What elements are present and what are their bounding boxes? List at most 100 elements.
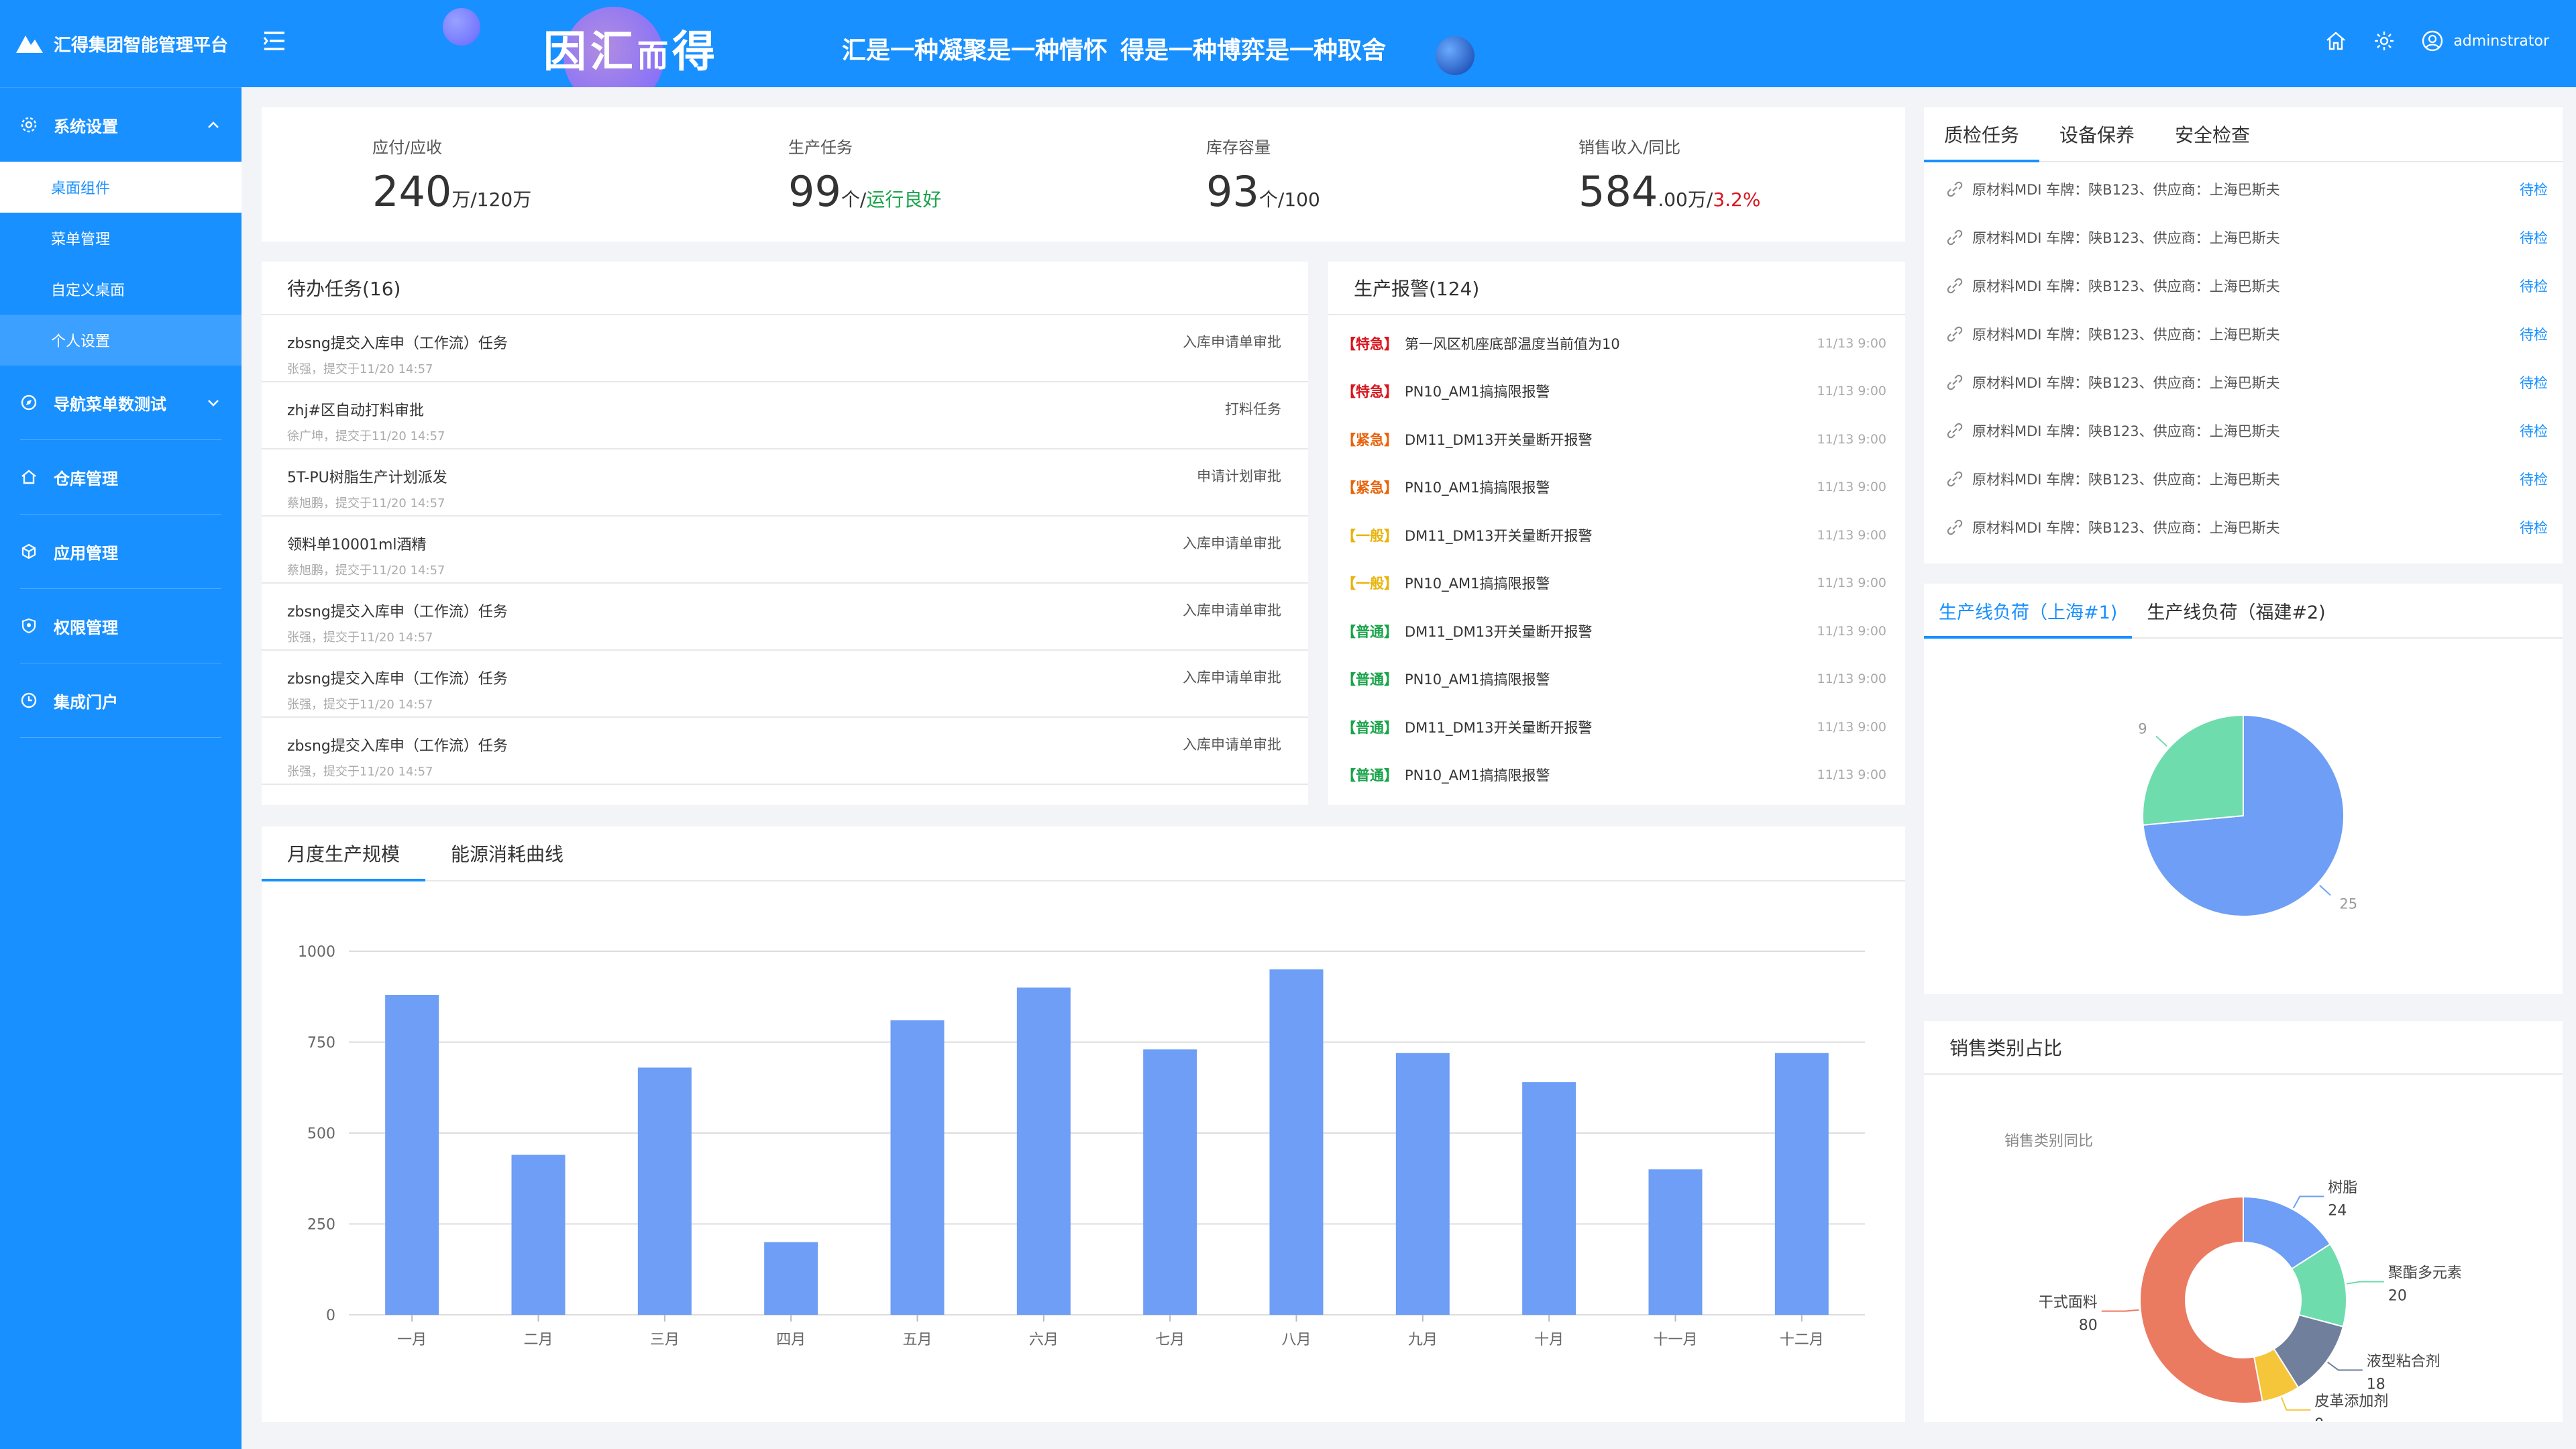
alarm-time: 11/13 9:00 [1817, 672, 1886, 687]
qc-item-text: 原材料MDI 车牌：陕B123、供应商：上海巴斯夫 [1972, 230, 2280, 246]
donut-label: 干式面料 [2039, 1294, 2098, 1311]
bar[interactable] [1395, 1053, 1450, 1315]
kpi-unit: 万/120万 [451, 189, 532, 211]
sidebar-item-custom-desktop[interactable]: 自定义桌面 [0, 264, 241, 315]
kpi-sales: 销售收入/同比 584.00万/3.2% [1578, 134, 1760, 216]
menu-portal[interactable]: 集成门户 [0, 663, 241, 737]
x-tick-label: 十二月 [1780, 1332, 1824, 1348]
sidebar-item-personal-settings[interactable]: 个人设置 [0, 315, 241, 366]
alarm-item[interactable]: 【普通】 DM11_DM13开关量断开报警 11/13 9:00 [1328, 703, 1905, 751]
bar[interactable] [890, 1020, 945, 1315]
tab-energy-curve[interactable]: 能源消耗曲线 [425, 826, 589, 880]
qc-item[interactable]: 原材料MDI 车牌：陕B123、供应商：上海巴斯夫 待检 [1924, 310, 2563, 358]
donut-leader-line [2281, 1397, 2311, 1411]
slogan-1: 汇是一种凝聚是一种情怀 [842, 36, 1108, 64]
alarm-item[interactable]: 【紧急】 DM11_DM13开关量断开报警 11/13 9:00 [1328, 415, 1905, 464]
tab-maintenance[interactable]: 设备保养 [2039, 107, 2155, 161]
qc-item[interactable]: 原材料MDI 车牌：陕B123、供应商：上海巴斯夫 待检 [1924, 262, 2563, 310]
sidebar-item-desktop-components[interactable]: 桌面组件 [0, 162, 241, 213]
user-menu[interactable]: adminstrator [2421, 30, 2549, 52]
brand[interactable]: 汇得集团智能管理平台 [0, 0, 241, 87]
tab-load-fujian[interactable]: 生产线负荷（福建#2) [2132, 584, 2340, 637]
bar[interactable] [1143, 1049, 1197, 1315]
alarm-item[interactable]: 【一般】 PN10_AM1搞搞限报警 11/13 9:00 [1328, 559, 1905, 608]
todo-item[interactable]: 5T-PU树脂生产计划派发 蔡旭鹏，提交于11/20 14:57 申请计划审批 [262, 449, 1308, 517]
bar[interactable] [1648, 1169, 1703, 1315]
bar[interactable] [1269, 969, 1324, 1315]
alarm-item[interactable]: 【普通】 PN10_AM1搞搞限报警 11/13 9:00 [1328, 751, 1905, 800]
kpi-value: 584 [1578, 167, 1658, 216]
donut-value: 9 [2314, 1416, 2324, 1421]
todo-item[interactable]: 领料单10001ml酒精 蔡旭鹏，提交于11/20 14:57 入库申请单审批 [262, 517, 1308, 584]
qc-item[interactable]: 原材料MDI 车牌：陕B123、供应商：上海巴斯夫 待检 [1924, 407, 2563, 455]
load-pie-chart: 25 9 [2138, 714, 2357, 917]
qc-item-status[interactable]: 待检 [2520, 179, 2548, 199]
pie-slice[interactable] [2142, 714, 2244, 826]
menu-system-settings[interactable]: 系统设置 [0, 88, 241, 162]
decorative-orb [1436, 36, 1474, 75]
alarm-item[interactable]: 【特急】 第一风区机座底部温度当前值为10 11/13 9:00 [1328, 319, 1905, 368]
todo-item[interactable]: zbsng提交入库申（工作流）任务 张强，提交于11/20 14:57 入库申请单审… [262, 584, 1308, 651]
alarm-time: 11/13 9:00 [1817, 384, 1886, 399]
menu-label: 应用管理 [54, 543, 118, 563]
alarm-item[interactable]: 【普通】 PN10_AM1搞搞限报警 11/13 9:00 [1328, 655, 1905, 704]
bar[interactable] [385, 995, 439, 1315]
menu-app-management[interactable]: 应用管理 [0, 515, 241, 588]
y-tick-label: 750 [307, 1035, 335, 1052]
qc-item[interactable]: 原材料MDI 车牌：陕B123、供应商：上海巴斯夫 待检 [1924, 213, 2563, 262]
bar[interactable] [764, 1242, 818, 1315]
alarm-item[interactable]: 【特急】 PN10_AM1搞搞限报警 11/13 9:00 [1328, 368, 1905, 416]
qc-item[interactable]: 原材料MDI 车牌：陕B123、供应商：上海巴斯夫 待检 [1924, 358, 2563, 407]
qc-item-status[interactable]: 待检 [2520, 276, 2548, 296]
bar[interactable] [637, 1067, 692, 1315]
menu-permission[interactable]: 权限管理 [0, 589, 241, 663]
tab-monthly-production[interactable]: 月度生产规模 [262, 826, 426, 881]
qc-item-text: 原材料MDI 车牌：陕B123、供应商：上海巴斯夫 [1972, 375, 2280, 391]
menu-label: 权限管理 [54, 618, 118, 637]
qc-item-status[interactable]: 待检 [2520, 421, 2548, 441]
qc-item-status[interactable]: 待检 [2520, 372, 2548, 392]
tab-safety[interactable]: 安全检查 [2155, 107, 2270, 161]
menu-nav-test[interactable]: 导航菜单数测试 [0, 366, 241, 439]
alarm-item[interactable]: 【紧急】 PN10_AM1搞搞限报警 11/13 9:00 [1328, 464, 1905, 512]
home-icon[interactable] [2324, 30, 2347, 52]
alarm-message: DM11_DM13开关量断开报警 [1405, 431, 1593, 448]
todo-item[interactable]: zbsng提交入库申（工作流）任务 张强，提交于11/20 14:57 入库申请单审… [262, 315, 1308, 382]
x-tick-label: 六月 [1029, 1332, 1059, 1348]
qc-item[interactable]: 原材料MDI 车牌：陕B123、供应商：上海巴斯夫 待检 [1924, 503, 2563, 551]
qc-item-status[interactable]: 待检 [2520, 324, 2548, 344]
kpi-value: 240 [372, 167, 452, 216]
qc-item-status[interactable]: 待检 [2520, 517, 2548, 537]
tab-qc-tasks[interactable]: 质检任务 [1924, 107, 2040, 162]
alarm-message: PN10_AM1搞搞限报警 [1405, 672, 1550, 688]
sidebar-item-menu-management[interactable]: 菜单管理 [0, 213, 241, 264]
tab-load-shanghai[interactable]: 生产线负荷（上海#1) [1924, 584, 2133, 639]
qc-item-status[interactable]: 待检 [2520, 227, 2548, 248]
qc-item[interactable]: 原材料MDI 车牌：陕B123、供应商：上海巴斯夫 待检 [1924, 165, 2563, 213]
todo-item-title: zbsng提交入库申（工作流）任务 [287, 671, 508, 688]
qc-item[interactable]: 原材料MDI 车牌：陕B123、供应商：上海巴斯夫 待检 [1924, 455, 2563, 503]
bar[interactable] [1774, 1053, 1829, 1315]
todo-item[interactable]: zbsng提交入库申（工作流）任务 张强，提交于11/20 14:57 入库申请单审… [262, 718, 1308, 785]
settings-icon[interactable] [2373, 30, 2396, 52]
sales-panel: 销售类别占比 销售类别同比树脂 24 聚酯多元素 20 液型粘合剂 18皮革添加剂 9 干式面… [1924, 1021, 2563, 1433]
todo-item[interactable]: zbsng提交入库申（工作流）任务 张强，提交于11/20 14:57 入库申请单审… [262, 651, 1308, 718]
todo-item[interactable]: zhj#区自动打料审批 徐广坤，提交于11/20 14:57 打料任务 [262, 382, 1308, 449]
todo-item-title: zbsng提交入库申（工作流）任务 [287, 738, 508, 755]
menu-group-system: 系统设置 桌面组件 菜单管理 自定义桌面 个人设置 [0, 87, 241, 366]
donut-leader-line [2101, 1309, 2139, 1312]
alarm-message: PN10_AM1搞搞限报警 [1405, 576, 1550, 592]
qc-item-status[interactable]: 待检 [2520, 469, 2548, 489]
bar[interactable] [1016, 987, 1071, 1315]
alarm-item[interactable]: 【普通】 DM11_DM13开关量断开报警 11/13 9:00 [1328, 607, 1905, 655]
bar[interactable] [511, 1155, 566, 1315]
y-tick-label: 0 [326, 1307, 335, 1324]
avatar-icon [2422, 30, 2443, 52]
slogan-part: 得 [672, 27, 719, 77]
slogan-part: 而 [637, 38, 672, 74]
alarm-item[interactable]: 【一般】 DM11_DM13开关量断开报警 11/13 9:00 [1328, 511, 1905, 559]
alarm-level: 【普通】 [1342, 672, 1398, 688]
menu-warehouse[interactable]: 仓库管理 [0, 440, 241, 514]
menu-toggle-icon[interactable] [260, 27, 288, 55]
bar[interactable] [1522, 1082, 1576, 1315]
